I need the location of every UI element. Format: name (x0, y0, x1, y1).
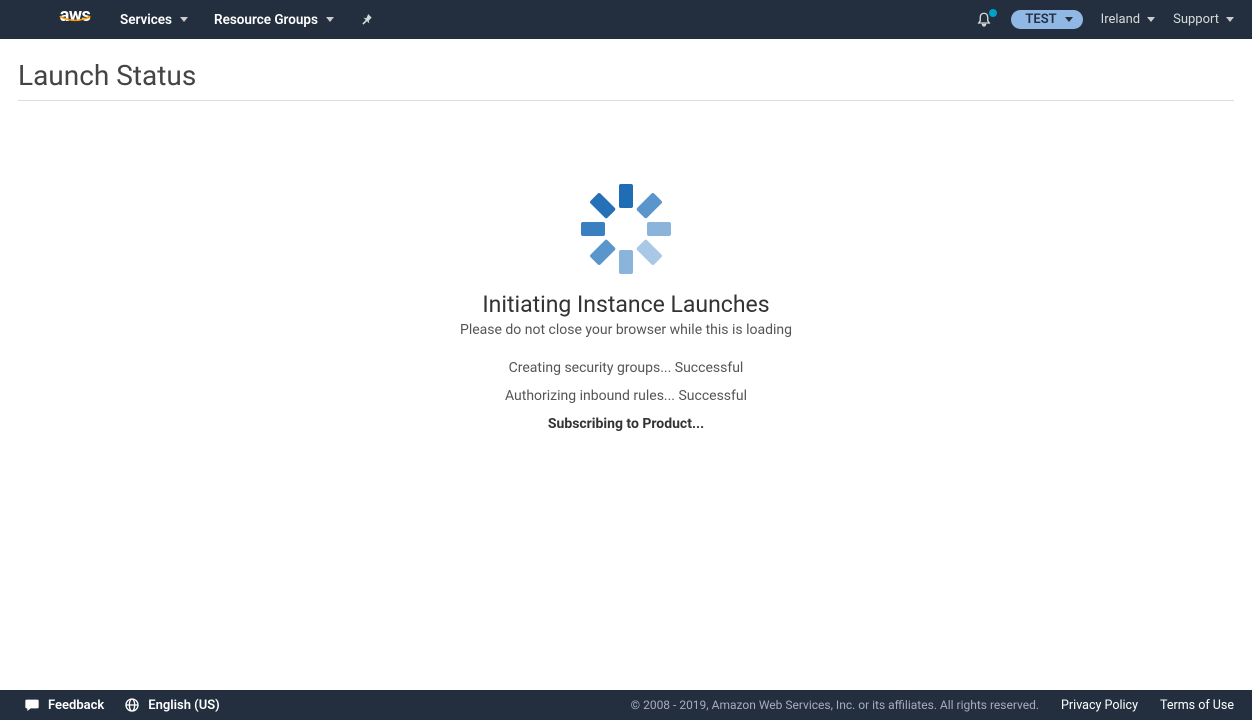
notifications-button[interactable] (975, 11, 993, 29)
support-label: Support (1173, 12, 1219, 27)
aws-smile-icon (58, 15, 92, 23)
status-subtext: Please do not close your browser while t… (460, 322, 792, 338)
footer-left: Feedback English (US) (24, 697, 220, 713)
copyright-text: © 2008 - 2019, Amazon Web Services, Inc.… (631, 698, 1039, 712)
spinner-icon (576, 179, 676, 279)
nav-left: Services Resource Groups (120, 12, 374, 28)
chevron-down-icon (1147, 17, 1155, 22)
region-menu[interactable]: Ireland (1101, 12, 1155, 27)
feedback-button[interactable]: Feedback (24, 697, 104, 713)
resource-groups-label: Resource Groups (214, 12, 318, 28)
services-menu[interactable]: Services (120, 12, 188, 28)
language-button[interactable]: English (US) (124, 697, 219, 713)
globe-icon (124, 697, 140, 713)
nav-right: TEST Ireland Support (975, 10, 1234, 29)
services-label: Services (120, 12, 172, 28)
aws-logo[interactable]: aws (58, 16, 92, 23)
main-content: Launch Status Initiating Instance Launch… (0, 39, 1252, 690)
launch-status-panel: Initiating Instance Launches Please do n… (18, 179, 1234, 444)
speech-bubble-icon (24, 697, 40, 713)
page-title: Launch Status (18, 59, 1234, 101)
support-menu[interactable]: Support (1173, 12, 1234, 27)
status-heading: Initiating Instance Launches (482, 291, 769, 318)
language-label: English (US) (148, 698, 219, 713)
account-label: TEST (1025, 12, 1056, 27)
terms-of-use-link[interactable]: Terms of Use (1160, 698, 1234, 713)
feedback-label: Feedback (48, 698, 104, 713)
resource-groups-menu[interactable]: Resource Groups (214, 12, 334, 28)
pin-icon (360, 13, 374, 27)
footer-right: © 2008 - 2019, Amazon Web Services, Inc.… (631, 698, 1234, 713)
privacy-policy-link[interactable]: Privacy Policy (1061, 698, 1138, 713)
account-menu[interactable]: TEST (1011, 10, 1082, 29)
status-step: Authorizing inbound rules... Successful (505, 388, 747, 404)
region-label: Ireland (1101, 12, 1140, 27)
chevron-down-icon (180, 17, 188, 22)
footer: Feedback English (US) © 2008 - 2019, Ama… (0, 690, 1252, 720)
status-step: Creating security groups... Successful (509, 360, 744, 376)
top-nav: aws Services Resource Groups TEST (0, 0, 1252, 39)
notification-dot-icon (989, 9, 997, 17)
chevron-down-icon (1226, 17, 1234, 22)
pin-button[interactable] (360, 13, 374, 27)
chevron-down-icon (1065, 17, 1073, 22)
status-step-current: Subscribing to Product... (548, 416, 704, 432)
chevron-down-icon (326, 17, 334, 22)
